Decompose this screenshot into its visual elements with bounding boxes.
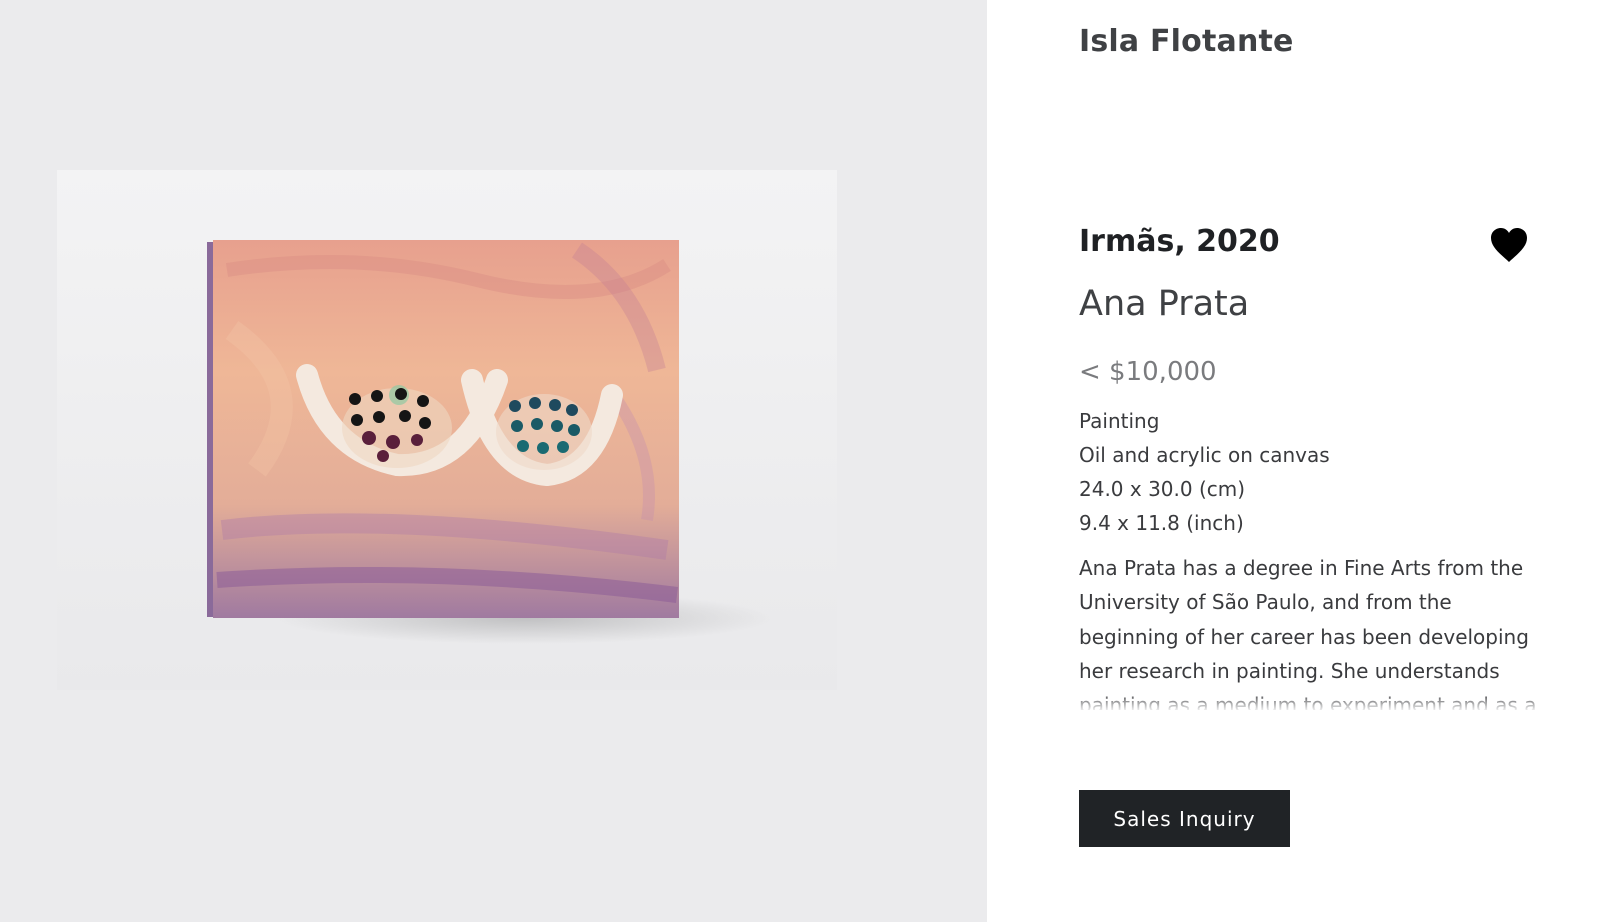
artwork-info-panel: Isla Flotante Irmãs, 2020 Ana Prata < $1… [987,0,1600,922]
artwork-page: Isla Flotante Irmãs, 2020 Ana Prata < $1… [0,0,1600,922]
dimensions-inch: 9.4 x 11.8 (inch) [1079,511,1244,535]
artwork-image[interactable] [57,170,837,690]
materials: Oil and acrylic on canvas [1079,443,1330,467]
gallery-name[interactable]: Isla Flotante [1079,24,1294,59]
artist-bio: Ana Prata has a degree in Fine Arts from… [1079,556,1536,710]
artwork-details: Painting Oil and acrylic on canvas 24.0 … [1079,404,1330,540]
sales-inquiry-button[interactable]: Sales Inquiry [1079,790,1290,847]
heart-icon[interactable] [1489,226,1529,264]
price-range: < $10,000 [1079,357,1217,387]
artwork-image-pane [0,0,987,922]
artwork-title: Irmãs, 2020 [1079,224,1280,259]
bio-fade-overlay [1079,692,1549,712]
artist-name[interactable]: Ana Prata [1079,284,1249,324]
dimensions-cm: 24.0 x 30.0 (cm) [1079,477,1246,501]
medium-category: Painting [1079,409,1160,433]
